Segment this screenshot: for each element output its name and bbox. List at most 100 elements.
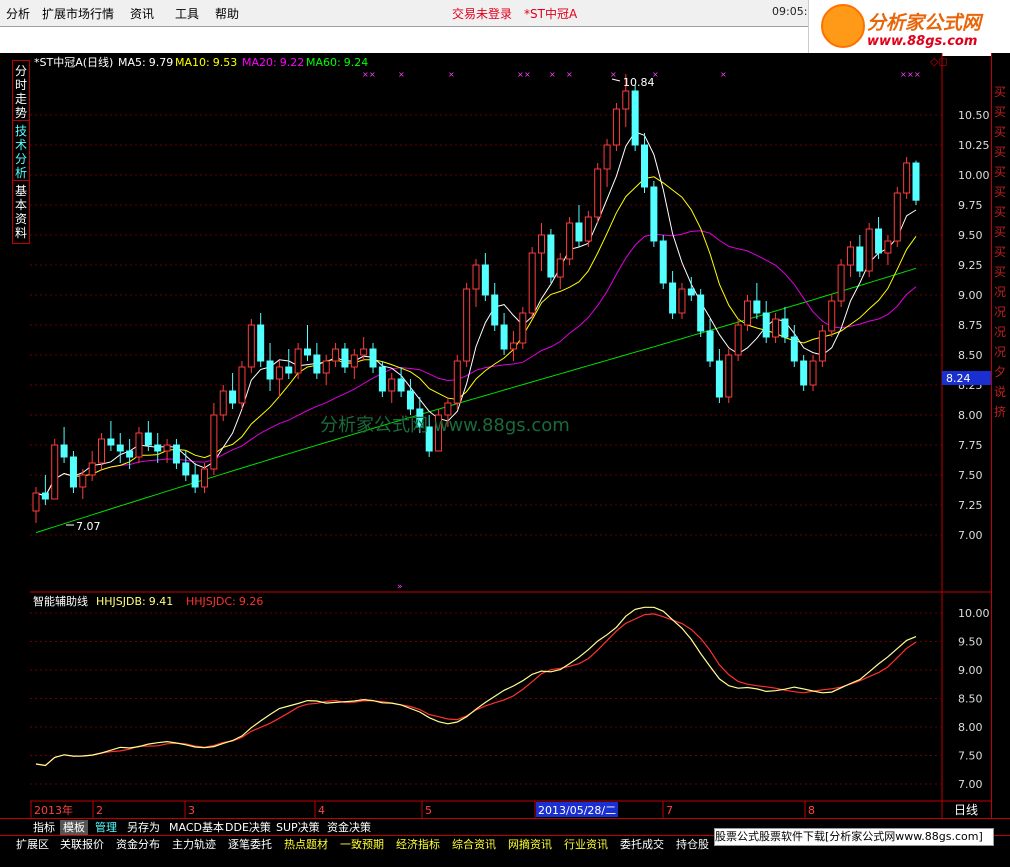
menu-news[interactable]: 资讯 bbox=[130, 5, 154, 22]
tab-main-track[interactable]: 主力轨迹 bbox=[170, 837, 218, 852]
tab-sup[interactable]: SUP决策 bbox=[273, 820, 323, 835]
signal-text: 况 bbox=[993, 285, 1006, 299]
tab-orders[interactable]: 逐笔委托 bbox=[226, 837, 274, 852]
candle-up bbox=[846, 246, 854, 266]
candle-down bbox=[229, 390, 237, 404]
logo-text: 分析家公式网 bbox=[867, 12, 982, 34]
date-label: 8 bbox=[808, 804, 815, 817]
signal-text: 买 bbox=[993, 85, 1006, 99]
signal-x-marker: × bbox=[610, 70, 617, 79]
candle-down bbox=[378, 366, 386, 392]
date-label: 2013年 bbox=[34, 803, 73, 817]
signal-x-marker: × bbox=[362, 70, 369, 79]
tab-consensus[interactable]: 一致预期 bbox=[338, 837, 386, 852]
candle-up bbox=[725, 354, 733, 398]
candle-up bbox=[603, 144, 611, 170]
tab-indicator[interactable]: 指标 bbox=[30, 820, 58, 835]
candle-up bbox=[566, 222, 574, 260]
candle-up bbox=[210, 414, 218, 470]
candle-down bbox=[41, 492, 49, 500]
signal-text: 买 bbox=[993, 185, 1006, 199]
tab-industry-news[interactable]: 行业资讯 bbox=[562, 837, 610, 852]
tab-web-news[interactable]: 网摘资讯 bbox=[506, 837, 554, 852]
signal-x-marker: × bbox=[448, 70, 455, 79]
ma10-label: MA10: 9.53 bbox=[175, 56, 237, 69]
chart-title: *ST中冠A(日线) bbox=[34, 55, 113, 69]
candle-down bbox=[107, 438, 115, 446]
menu-help[interactable]: 帮助 bbox=[215, 5, 239, 22]
tab-template[interactable]: 模板 bbox=[60, 820, 88, 835]
signal-x-marker: × bbox=[517, 70, 524, 79]
candle-up bbox=[809, 360, 817, 386]
menu-analysis[interactable]: 分析 bbox=[6, 5, 30, 22]
logo-url: www.88gs.com bbox=[867, 34, 978, 49]
period-label[interactable]: 日线 bbox=[942, 801, 990, 817]
tab-economic[interactable]: 经济指标 bbox=[394, 837, 442, 852]
candle-up bbox=[453, 360, 461, 404]
candle-up bbox=[528, 252, 536, 314]
tab-composite-news[interactable]: 综合资讯 bbox=[450, 837, 498, 852]
candle-up bbox=[818, 330, 826, 362]
candle-up bbox=[98, 438, 106, 464]
tab-order-trade[interactable]: 委托成交 bbox=[618, 837, 666, 852]
tab-macd[interactable]: MACD基本 bbox=[166, 820, 227, 835]
candle-up bbox=[584, 216, 592, 242]
candle-down bbox=[856, 246, 864, 272]
low-price-label: 7.07 bbox=[76, 520, 101, 533]
tab-fund-dist[interactable]: 资金分布 bbox=[114, 837, 162, 852]
sub-tick: 9.00 bbox=[958, 664, 983, 677]
tab-dde[interactable]: DDE决策 bbox=[222, 820, 274, 835]
candle-down bbox=[641, 144, 649, 188]
candle-up bbox=[79, 474, 87, 488]
candle-up bbox=[837, 264, 845, 302]
candle-up bbox=[594, 168, 602, 218]
menu-tools[interactable]: 工具 bbox=[175, 5, 199, 22]
panel-restore-icon[interactable]: ◇◻ bbox=[930, 55, 948, 68]
tab-save-as[interactable]: 另存为 bbox=[124, 820, 163, 835]
menu-extended-market[interactable]: 扩展市场行情 bbox=[42, 5, 114, 22]
candle-down bbox=[912, 162, 920, 201]
candle-up bbox=[893, 192, 901, 242]
signal-text: 挤 bbox=[993, 405, 1006, 419]
date-label: 3 bbox=[188, 804, 195, 817]
price-tick: 8.00 bbox=[958, 409, 983, 422]
signal-text: 买 bbox=[993, 165, 1006, 179]
tab-hot-topics[interactable]: 热点题材 bbox=[282, 837, 330, 852]
candle-up bbox=[463, 288, 471, 362]
price-tick: 7.25 bbox=[958, 499, 983, 512]
candle-down bbox=[875, 228, 883, 254]
trade-login-status[interactable]: 交易未登录 bbox=[452, 5, 512, 22]
ma20-label: MA20: 9.22 bbox=[242, 56, 304, 69]
candle-up bbox=[247, 324, 255, 368]
candle-up bbox=[238, 366, 246, 404]
signal-text: 买 bbox=[993, 265, 1006, 279]
candle-up bbox=[135, 432, 143, 458]
candle-up bbox=[828, 300, 836, 332]
candle-down bbox=[491, 294, 499, 326]
candle-down bbox=[687, 288, 695, 296]
tab-holdings[interactable]: 持仓股 bbox=[674, 837, 711, 852]
signal-x-marker: × bbox=[549, 70, 556, 79]
candle-down bbox=[144, 432, 152, 446]
candle-up bbox=[472, 264, 480, 290]
download-banner[interactable]: 股票公式股票软件下载[分析家公式网www.88gs.com] bbox=[714, 828, 994, 846]
tab-related-quotes[interactable]: 关联报价 bbox=[58, 837, 106, 852]
price-tick: 8.50 bbox=[958, 349, 983, 362]
kline-chart[interactable]: 10.50 10.25 10.00 9.75 9.50 9.25 9.00 8.75 8.50 8… bbox=[0, 53, 991, 818]
tab-fund-decision[interactable]: 资金决策 bbox=[324, 820, 374, 835]
signal-text: 况 bbox=[993, 325, 1006, 339]
hhjsjdc-label: HHJSJDC: 9.26 bbox=[186, 595, 263, 608]
signal-text: 买 bbox=[993, 105, 1006, 119]
candle-down bbox=[60, 444, 68, 458]
candle-down bbox=[266, 360, 274, 380]
sub-tick: 7.50 bbox=[958, 750, 983, 763]
candle-up bbox=[612, 108, 620, 146]
candle-down bbox=[631, 90, 639, 146]
ma60-label: MA60: 9.24 bbox=[306, 56, 368, 69]
date-label: 4 bbox=[318, 804, 325, 817]
signal-x-marker: × bbox=[524, 70, 531, 79]
tab-manage[interactable]: 管理 bbox=[92, 820, 120, 835]
candle-up bbox=[332, 348, 340, 362]
sub-panel-title: 智能辅助线 bbox=[33, 594, 88, 608]
tab-expand[interactable]: 扩展区 bbox=[14, 837, 51, 852]
